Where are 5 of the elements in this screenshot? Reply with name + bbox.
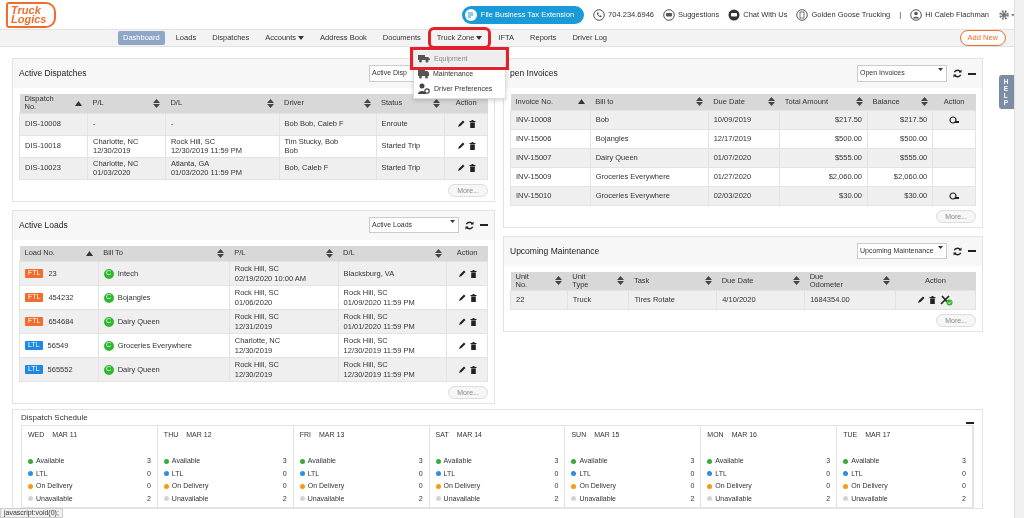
panel-title: pen Invoices [510,67,558,80]
panel-title: Active Dispatches [19,67,87,80]
panel-title: Active Loads [19,218,68,232]
panel-title: Dispatch Schedule [21,411,88,424]
panel-title: Upcoming Maintenance [510,244,600,258]
